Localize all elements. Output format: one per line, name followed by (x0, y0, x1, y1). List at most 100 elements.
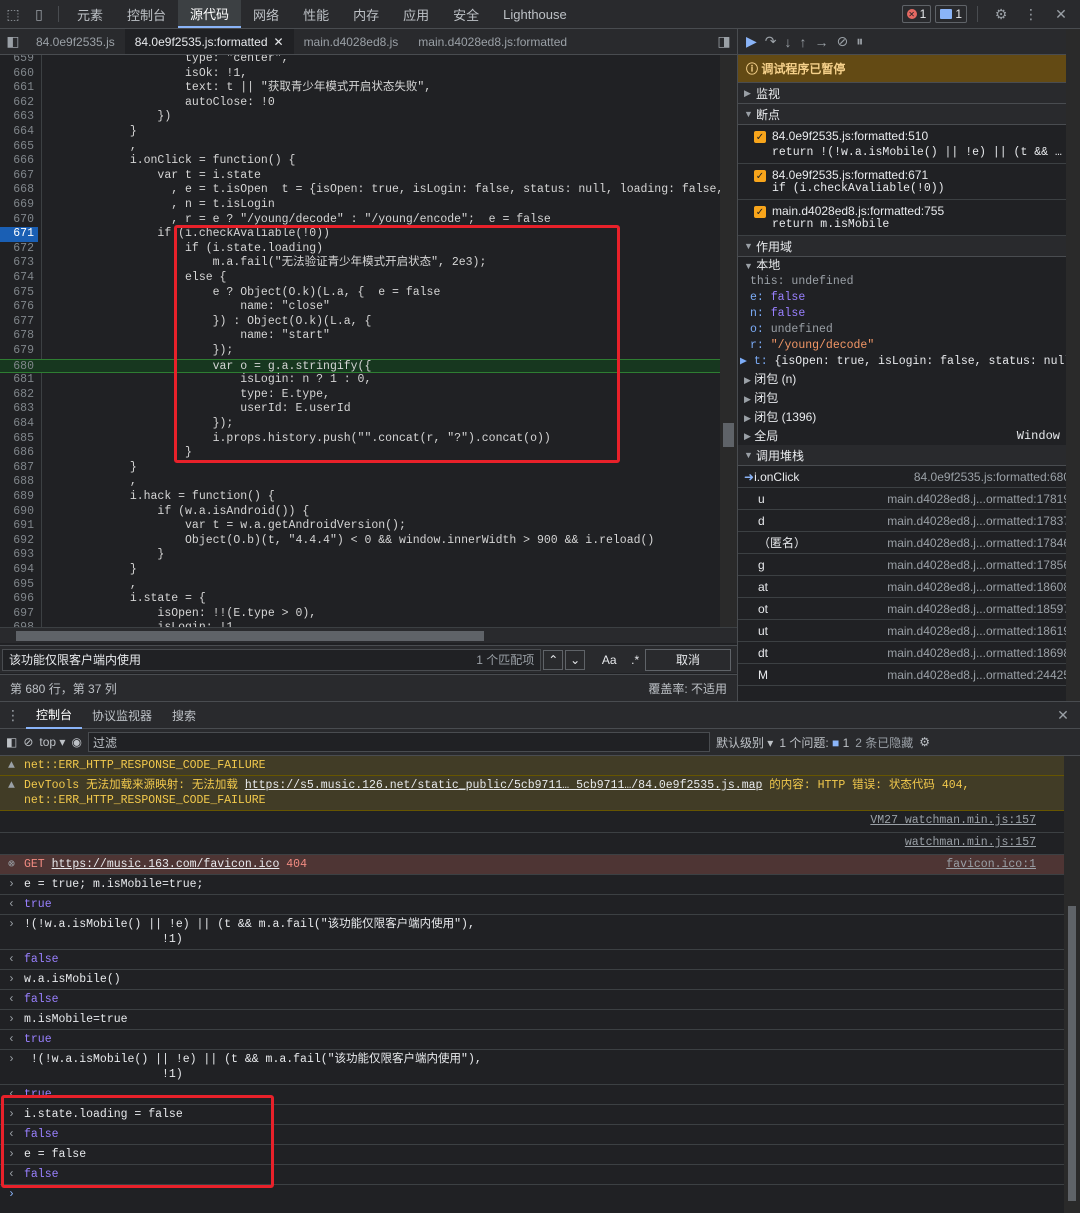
callstack-frame[interactable]: d main.d4028ed8.j...ormatted:17837 (738, 510, 1080, 532)
close-drawer-icon[interactable]: ✕ (1050, 701, 1076, 729)
filter-input[interactable]: 过滤 (87, 732, 710, 752)
step-over-icon[interactable]: ↷ (765, 33, 777, 50)
line-number[interactable]: 686 (0, 446, 38, 461)
resume-icon[interactable]: ▶︎ (746, 33, 757, 50)
scope-variable[interactable]: e: false (750, 290, 1080, 306)
file-tab-active[interactable]: 84.0e9f2535.js:formatted ✕ (124, 29, 294, 54)
code-line[interactable]: 692 Object(O.b)(t, "4.4.4") < 0 && windo… (0, 534, 720, 549)
scroll-thumb[interactable] (1068, 906, 1076, 1201)
device-toolbar-icon[interactable]: ▯ (26, 0, 52, 28)
clear-console-icon[interactable]: ⊘ (23, 735, 33, 749)
tab-console[interactable]: 控制台 (115, 0, 178, 28)
callstack-frame[interactable]: ot main.d4028ed8.j...ormatted:18597 (738, 598, 1080, 620)
code-line[interactable]: 687 } (0, 461, 720, 476)
code-line[interactable]: 683 userId: E.userId (0, 402, 720, 417)
drawer-tab-search[interactable]: 搜索 (162, 701, 206, 729)
navigator-toggle-icon[interactable]: ◧ (0, 28, 26, 56)
closure-item[interactable]: ▶ 闭包 (738, 389, 1080, 408)
breakpoint-item[interactable]: ✓ main.d4028ed8.js:formatted:755 return m… (738, 200, 1080, 236)
code-line[interactable]: 681 isLogin: n ? 1 : 0, (0, 373, 720, 388)
line-number[interactable]: 665 (0, 140, 38, 155)
checkbox-checked-icon[interactable]: ✓ (754, 170, 766, 182)
match-case-button[interactable]: Aa (599, 650, 619, 670)
file-tab[interactable]: main.d4028ed8.js (294, 29, 409, 54)
line-number[interactable]: 662 (0, 96, 38, 111)
gear-icon[interactable]: ⚙ (919, 735, 930, 749)
tab-application[interactable]: 应用 (391, 0, 441, 28)
next-match-button[interactable]: ⌄ (565, 649, 586, 670)
line-number[interactable]: 678 (0, 329, 38, 344)
line-number[interactable]: 685 (0, 432, 38, 447)
scope-variable[interactable]: o: undefined (750, 322, 1080, 338)
error-url[interactable]: https://music.163.com/favicon.ico (52, 858, 280, 871)
line-number[interactable]: 676 (0, 300, 38, 315)
line-number[interactable]: 689 (0, 490, 38, 505)
deactivate-breakpoints-icon[interactable]: ⊘ (837, 33, 849, 50)
breakpoint-item[interactable]: ✓ 84.0e9f2535.js:formatted:510 return !(!… (738, 125, 1080, 164)
line-number[interactable]: 695 (0, 578, 38, 593)
code-line[interactable]: 685 i.props.history.push("".concat(r, "?… (0, 432, 720, 447)
callstack-frame[interactable]: ➜ i.onClick 84.0e9f2535.js:formatted:680 (738, 466, 1080, 488)
line-number[interactable]: 684 (0, 417, 38, 432)
step-into-icon[interactable]: ↓ (785, 34, 792, 50)
line-number[interactable]: 690 (0, 505, 38, 520)
code-line[interactable]: 669 , n = t.isLogin (0, 198, 720, 213)
line-number[interactable]: 660 (0, 67, 38, 82)
sidebar-toggle-icon[interactable]: ◧ (6, 735, 17, 749)
code-line[interactable]: 676 name: "close" (0, 300, 720, 315)
line-number[interactable]: 671 (0, 227, 38, 242)
line-number[interactable]: 682 (0, 388, 38, 403)
line-number[interactable]: 688 (0, 475, 38, 490)
code-editor[interactable]: 659 type: "center", 660 isOk: !1, 661 text… (0, 55, 737, 627)
sidebar-scrollbar[interactable] (1066, 29, 1080, 701)
code-line[interactable]: 670 , r = e ? "/young/decode" : "/young/… (0, 213, 720, 228)
line-number[interactable]: 659 (0, 55, 38, 67)
code-line[interactable]: 671 if (i.checkAvaliable(!0)) (0, 227, 720, 242)
console-output[interactable]: ▲ net::ERR_HTTP_RESPONSE_CODE_FAILURE ▲ De… (0, 756, 1064, 1213)
code-line[interactable]: 684 }); (0, 417, 720, 432)
code-line[interactable]: 674 else { (0, 271, 720, 286)
code-line[interactable]: 695 , (0, 578, 720, 593)
code-line[interactable]: 677 }) : Object(O.k)(L.a, { (0, 315, 720, 330)
source-link[interactable]: VM27 watchman.min.js:157 (870, 813, 1036, 828)
regex-button[interactable]: .* (625, 650, 645, 670)
line-number[interactable]: 697 (0, 607, 38, 622)
drawer-menu-icon[interactable]: ⋮ (0, 701, 26, 729)
line-number[interactable]: 674 (0, 271, 38, 286)
closure-item[interactable]: ▶ 闭包 (1396) (738, 408, 1080, 427)
line-number[interactable]: 670 (0, 213, 38, 228)
tab-elements[interactable]: 元素 (65, 0, 115, 28)
tab-network[interactable]: 网络 (241, 0, 291, 28)
editor-horizontal-scrollbar[interactable] (0, 627, 737, 643)
scroll-thumb[interactable] (16, 631, 484, 641)
issues-button[interactable]: 1 个问题: ■ 1 (779, 734, 849, 751)
close-icon[interactable]: ✕ (1048, 0, 1074, 28)
watch-section-header[interactable]: ▶ 监视 (738, 83, 1080, 104)
code-line[interactable]: 686 } (0, 446, 720, 461)
breakpoints-section-header[interactable]: ▼ 断点 (738, 104, 1080, 125)
code-line[interactable]: 664 } (0, 125, 720, 140)
message-count-badge[interactable]: 1 (935, 5, 967, 23)
scroll-thumb[interactable] (723, 423, 734, 447)
code-line[interactable]: 696 i.state = { (0, 592, 720, 607)
checkbox-checked-icon[interactable]: ✓ (754, 206, 766, 218)
tab-sources[interactable]: 源代码 (178, 0, 242, 28)
console-scrollbar[interactable] (1064, 756, 1080, 1213)
code-line[interactable]: 673 m.a.fail("无法验证青少年模式开启状态", 2e3); (0, 256, 720, 271)
callstack-frame[interactable]: Mmain.d4028ed8.j...ormatted:24425 (738, 664, 1080, 686)
pause-on-exceptions-icon[interactable]: ⏸ (856, 33, 863, 50)
cancel-button[interactable]: 取消 (645, 648, 731, 671)
file-tab[interactable]: 84.0e9f2535.js (26, 29, 125, 54)
checkbox-checked-icon[interactable]: ✓ (754, 131, 766, 143)
code-line[interactable]: 680 var o = g.a.stringify({ (0, 358, 720, 374)
error-count-badge[interactable]: ✕ 1 (901, 5, 932, 23)
code-line[interactable]: 667 var t = i.state (0, 169, 720, 184)
line-number[interactable]: 687 (0, 461, 38, 476)
code-line[interactable]: 665 , (0, 140, 720, 155)
line-number[interactable]: 672 (0, 242, 38, 257)
code-line[interactable]: 679 }); (0, 344, 720, 359)
code-line[interactable]: 660 isOk: !1, (0, 67, 720, 82)
line-number[interactable]: 694 (0, 563, 38, 578)
tab-lighthouse[interactable]: Lighthouse (491, 0, 579, 28)
callstack-frame[interactable]: （匿名） main.d4028ed8.j...ormatted:17846 (738, 532, 1080, 554)
